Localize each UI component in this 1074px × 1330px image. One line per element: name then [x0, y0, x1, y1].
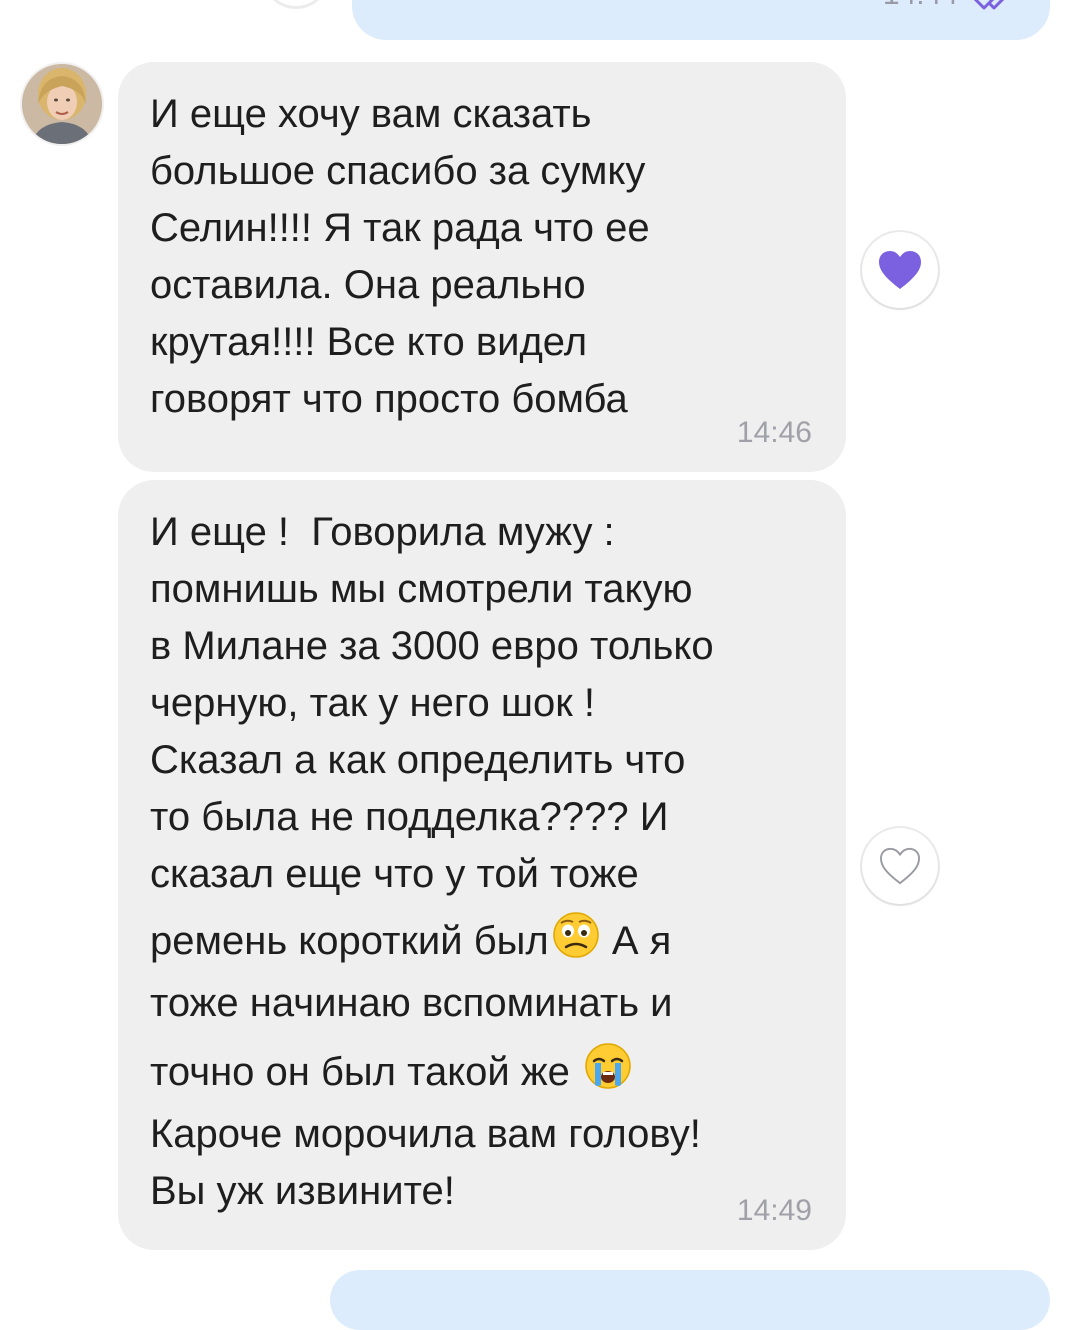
message-text-line: Кароче морочила вам голову! [150, 1112, 701, 1156]
message-text-line: говорят что просто бомба [150, 377, 628, 421]
message-text-fragment: точно он был такой же [150, 1050, 581, 1094]
message-text-line: ремень короткий был А я [150, 907, 816, 975]
message-text-line: точно он был такой же [150, 1038, 816, 1106]
crying-face-icon [585, 1043, 631, 1089]
message-text-line: то была не подделка???? И [150, 795, 669, 839]
worried-face-icon [552, 912, 599, 958]
reaction-button[interactable] [862, 828, 938, 904]
sender-avatar[interactable] [22, 64, 102, 144]
message-time: 14:44 [883, 0, 958, 10]
message-time: 14:46 [736, 416, 812, 449]
message-text-fragment: А я [600, 919, 672, 963]
reaction-button[interactable] [862, 232, 938, 308]
outgoing-message-bubble[interactable]: 14:44 [352, 0, 1050, 40]
message-text-line: Вы уж извините! [150, 1169, 455, 1213]
message-text-line: Селин!!!! Я так рада что ее [150, 206, 650, 250]
message-text-line: Сказал а как определить что [150, 738, 686, 782]
outgoing-message-bubble[interactable] [330, 1270, 1050, 1330]
message-text-line: И еще ! Говорила мужу : [150, 510, 615, 554]
message-text-line: сказал еще что у той тоже [150, 852, 639, 896]
avatar-photo [22, 64, 102, 144]
message-text-line: тоже начинаю вспоминать и [150, 981, 673, 1025]
message-text-line: в Милане за 3000 евро только [150, 624, 714, 668]
double-check-icon [973, 0, 1005, 10]
message-text-line: черную, так у него шок ! [150, 681, 595, 725]
incoming-message-bubble[interactable]: И еще ! Говорила мужу : помнишь мы смотр… [118, 480, 846, 1250]
message-text-line: И еще хочу вам сказать [150, 92, 592, 136]
message-time: 14:49 [736, 1194, 812, 1227]
message-text-line: крутая!!!! Все кто видел [150, 320, 588, 364]
message-text-fragment: ремень короткий был [150, 919, 549, 963]
incoming-message-bubble[interactable]: И еще хочу вам сказать большое спасибо з… [118, 62, 846, 472]
message-text-line: большое спасибо за сумку [150, 149, 646, 193]
heart-outline-icon [879, 847, 921, 885]
chat-conversation: 14:44 И еще хочу вам сказать большое спа… [0, 0, 1074, 1330]
message-text-line: оставила. Она реально [150, 263, 586, 307]
reaction-button-previous[interactable] [262, 0, 330, 9]
heart-filled-icon [879, 251, 921, 289]
message-text-line: помнишь мы смотрели такую [150, 567, 693, 611]
